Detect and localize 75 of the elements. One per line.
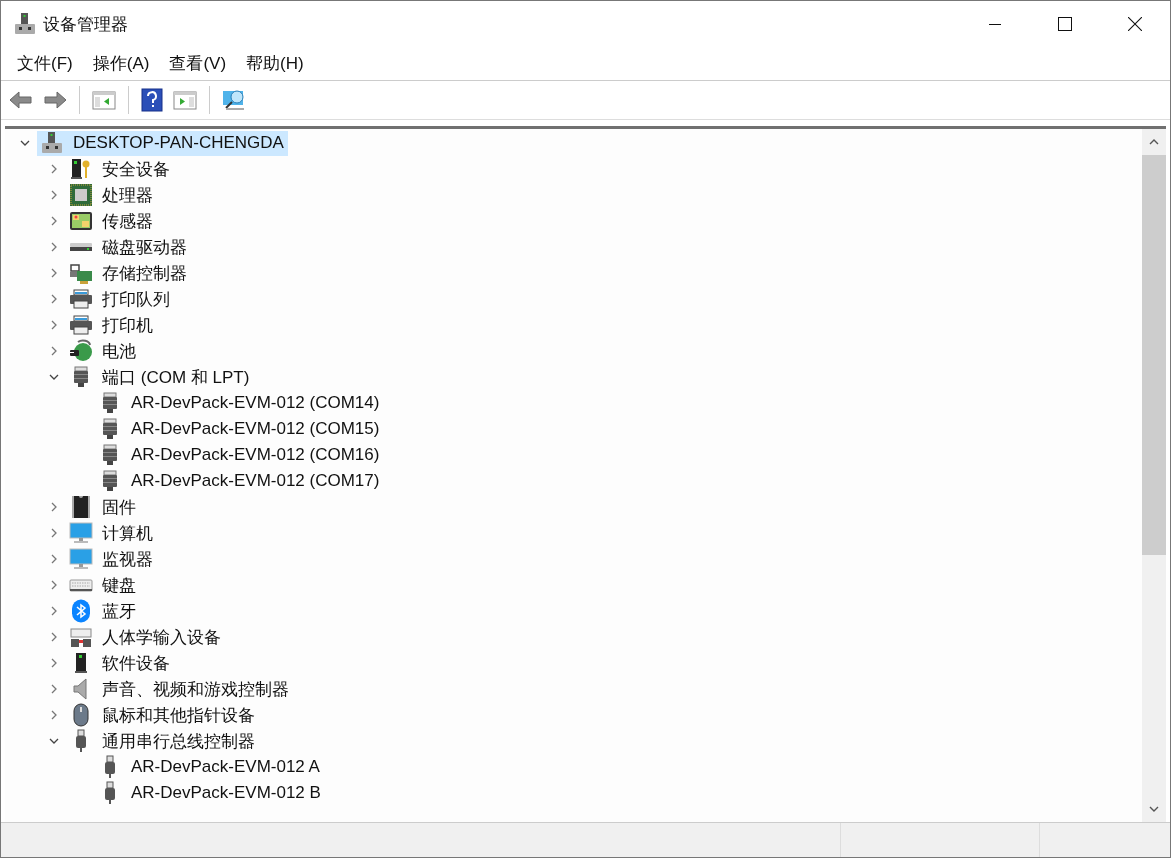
printer-icon: [69, 313, 93, 337]
chevron-right-icon: [51, 346, 57, 356]
computer-icon: [40, 131, 64, 155]
memory-chip-icon: [69, 495, 93, 519]
chevron-right-icon: [51, 528, 57, 538]
tree-item[interactable]: 处理器: [66, 182, 157, 208]
chevron-right-icon: [51, 580, 57, 590]
chevron-right-icon: [51, 606, 57, 616]
tree-item[interactable]: 安全设备: [66, 156, 174, 182]
scrollbar-thumb[interactable]: [1142, 155, 1166, 555]
tree-item[interactable]: AR-DevPack-EVM-012 (COM14): [95, 390, 384, 416]
tree-item[interactable]: 打印队列: [66, 286, 174, 312]
chevron-right-icon: [51, 164, 57, 174]
tree-item[interactable]: 监视器: [66, 546, 157, 572]
chevron-down-icon: [49, 374, 59, 380]
scrollbar[interactable]: [1142, 129, 1166, 822]
chevron-right-icon: [51, 190, 57, 200]
window-title: 设备管理器: [43, 13, 128, 36]
chip-icon: [69, 183, 93, 207]
drive-icon: [70, 243, 92, 251]
tree-item[interactable]: DESKTOP-PAN-CHENGDA: [37, 130, 288, 156]
maximize-icon: [1058, 17, 1072, 31]
tree-item[interactable]: 计算机: [66, 520, 157, 546]
chevron-right-icon: [51, 268, 57, 278]
tree-item[interactable]: 键盘: [66, 572, 140, 598]
chevron-right-icon: [51, 710, 57, 720]
tree-item[interactable]: 固件: [66, 494, 140, 520]
sensor-board-icon: [69, 209, 93, 233]
tree-item[interactable]: 鼠标和其他指针设备: [66, 702, 259, 728]
tree-item[interactable]: 声音、视频和游戏控制器: [66, 676, 293, 702]
close-icon: [1128, 17, 1142, 31]
chevron-right-icon: [51, 216, 57, 226]
tree-item[interactable]: 磁盘驱动器: [66, 234, 191, 260]
power-plug-icon: [69, 339, 93, 363]
menu-item[interactable]: 帮助(H): [236, 50, 314, 77]
tree-item[interactable]: 软件设备: [66, 650, 174, 676]
chevron-right-icon: [51, 632, 57, 642]
keyboard-gamepad-icon: [69, 625, 93, 649]
chevron-right-icon: [51, 554, 57, 564]
chevron-right-icon: [51, 684, 57, 694]
tree-item[interactable]: AR-DevPack-EVM-012 (COM16): [95, 442, 384, 468]
chevron-right-icon: [51, 320, 57, 330]
scroll-down-icon: [1149, 806, 1159, 812]
tree-item[interactable]: 通用串行总线控制器: [66, 728, 259, 754]
monitor-icon: [69, 547, 93, 571]
chevron-down-icon: [20, 140, 30, 146]
tree-item[interactable]: 电池: [66, 338, 140, 364]
tree-item[interactable]: 人体学输入设备: [66, 624, 225, 650]
bluetooth-icon: [69, 599, 93, 623]
tree-item[interactable]: 蓝牙: [66, 598, 140, 624]
chevron-right-icon: [51, 294, 57, 304]
minimize-icon: [989, 23, 1001, 25]
menu-item[interactable]: 操作(A): [82, 50, 160, 77]
tree-item[interactable]: 存储控制器: [66, 260, 191, 286]
tree-item[interactable]: AR-DevPack-EVM-012 (COM15): [95, 416, 384, 442]
chevron-right-icon: [51, 502, 57, 512]
printer-icon: [69, 287, 93, 311]
menu-item[interactable]: 文件(F): [7, 50, 83, 77]
monitor-icon: [69, 521, 93, 545]
menu-item[interactable]: 查看(V): [159, 50, 237, 77]
tree-item[interactable]: 传感器: [66, 208, 157, 234]
tree-item[interactable]: 打印机: [66, 312, 157, 338]
help-icon: [141, 88, 163, 112]
tree-item[interactable]: AR-DevPack-EVM-012 B: [95, 780, 325, 806]
storage-controller-icon: [69, 261, 93, 285]
computer-icon: [13, 12, 37, 36]
tree-item[interactable]: AR-DevPack-EVM-012 A: [95, 754, 324, 780]
tree-item[interactable]: 端口 (COM 和 LPT): [66, 364, 254, 390]
right-arrow-icon: [43, 90, 67, 110]
tree-item[interactable]: AR-DevPack-EVM-012 (COM17): [95, 468, 384, 494]
chevron-right-icon: [51, 242, 57, 252]
chevron-right-icon: [51, 658, 57, 668]
left-arrow-icon: [9, 90, 33, 110]
scroll-up-icon: [1149, 139, 1159, 145]
chevron-down-icon: [49, 738, 59, 744]
